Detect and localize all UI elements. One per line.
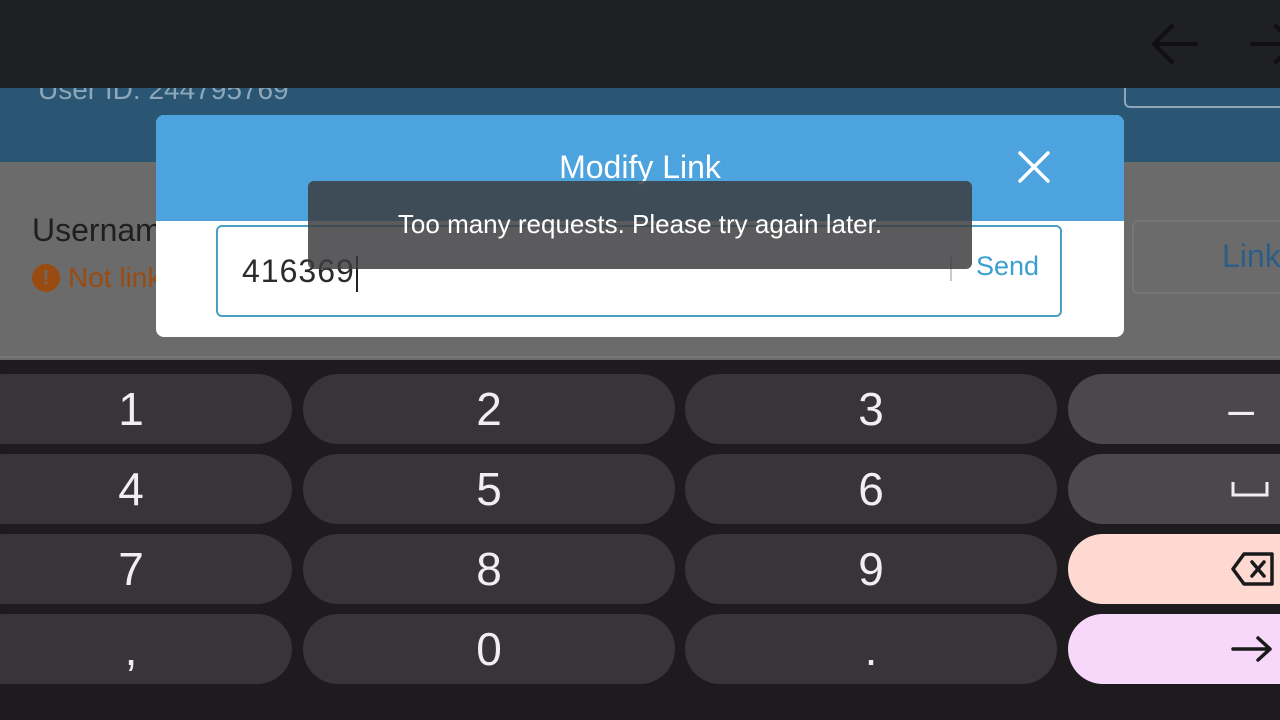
key-2[interactable]: 2 (303, 374, 675, 444)
key-6[interactable]: 6 (685, 454, 1057, 524)
send-button[interactable]: Send (976, 251, 1039, 282)
user-id-text: User ID: 244795769 (38, 88, 289, 105)
key-5[interactable]: 5 (303, 454, 675, 524)
error-toast: Too many requests. Please try again late… (308, 181, 972, 269)
link-status-text: Not link (68, 262, 162, 293)
forward-arrow-icon[interactable] (1248, 22, 1280, 66)
toast-message: Too many requests. Please try again late… (397, 209, 883, 239)
key-delete[interactable] (1068, 534, 1280, 604)
header-button[interactable] (1124, 88, 1280, 108)
numeric-keyboard: 1 2 3 – 4 5 6 7 8 9 , 0 . (0, 364, 1280, 720)
key-0[interactable]: 0 (303, 614, 675, 684)
space-icon (1231, 482, 1269, 497)
top-bar (0, 0, 1280, 88)
key-8[interactable]: 8 (303, 534, 675, 604)
backspace-icon (1231, 552, 1274, 586)
key-3[interactable]: 3 (685, 374, 1057, 444)
key-enter[interactable] (1068, 614, 1280, 684)
arrow-right-icon (1231, 636, 1272, 662)
close-icon[interactable] (1016, 149, 1052, 185)
warning-icon: ! (32, 264, 60, 292)
key-9[interactable]: 9 (685, 534, 1057, 604)
key-period[interactable]: . (685, 614, 1057, 684)
back-arrow-icon[interactable] (1148, 22, 1200, 66)
divider (0, 356, 1280, 358)
key-4[interactable]: 4 (0, 454, 292, 524)
key-dash[interactable]: – (1068, 374, 1280, 444)
link-button[interactable]: Link (1132, 220, 1280, 294)
link-status: ! Not link (32, 262, 161, 294)
key-7[interactable]: 7 (0, 534, 292, 604)
key-space[interactable] (1068, 454, 1280, 524)
username-label: Usernam (32, 212, 162, 248)
key-comma[interactable]: , (0, 614, 292, 684)
key-1[interactable]: 1 (0, 374, 292, 444)
